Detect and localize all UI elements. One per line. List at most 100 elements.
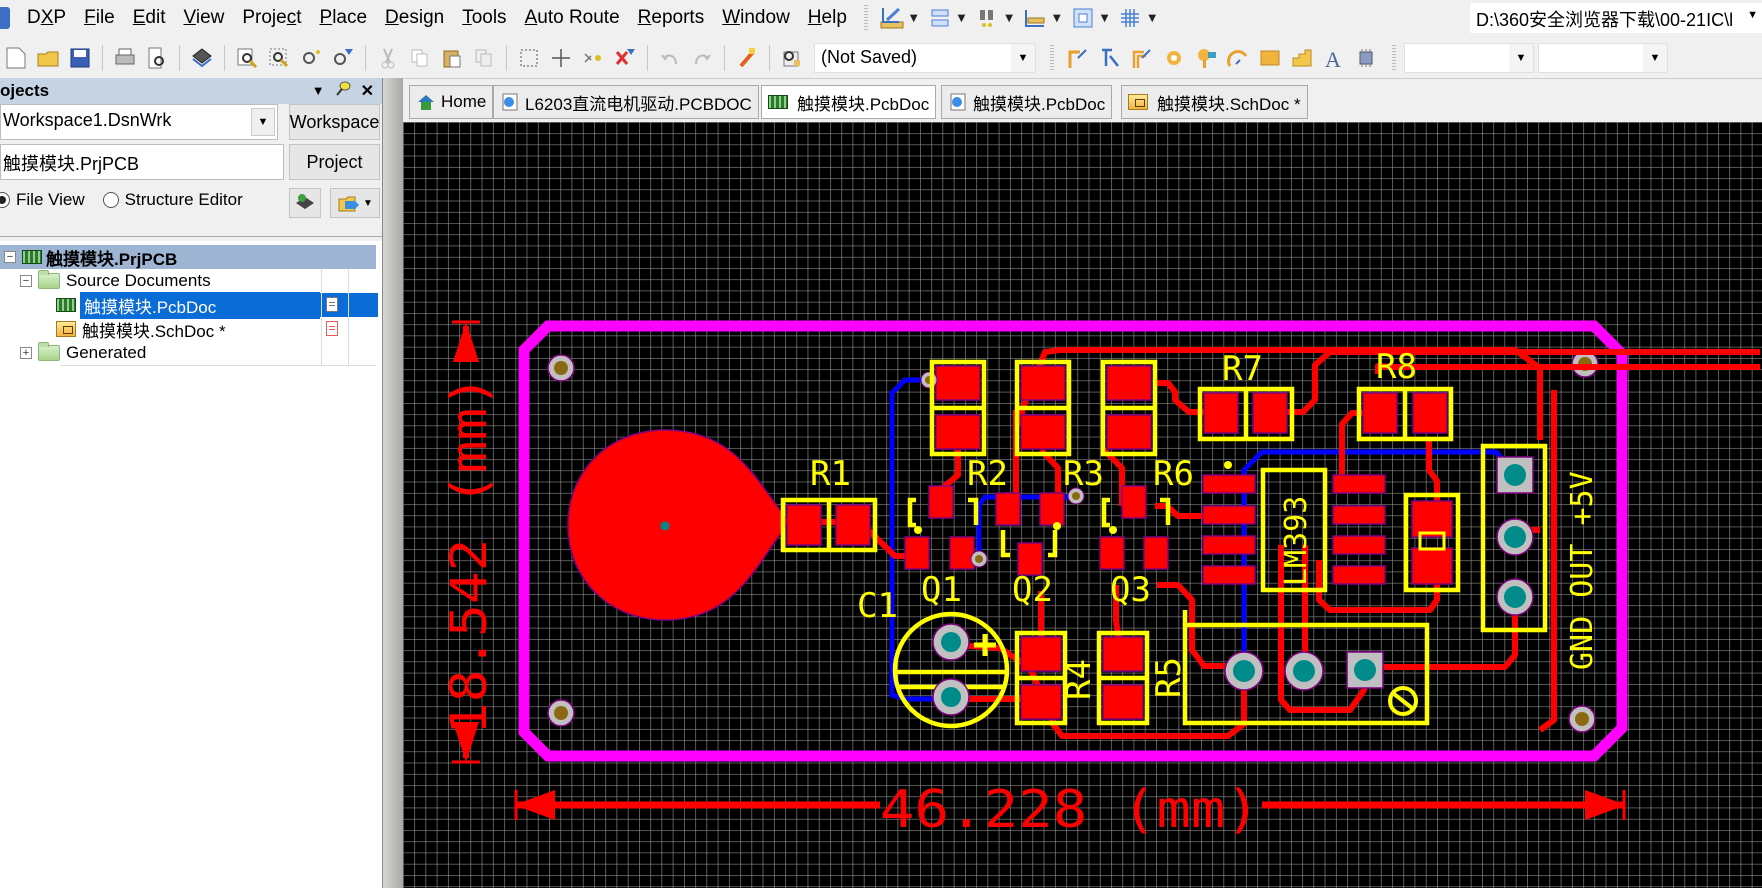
dropdown-arrow-icon[interactable]: ▼ (910, 13, 918, 24)
compile-button[interactable] (289, 188, 321, 218)
place-string-icon[interactable]: A (1320, 44, 1348, 72)
find-binoculars-icon[interactable] (973, 4, 1001, 32)
tab-touch-module-schdoc[interactable]: 触摸模块.SchDoc * (1121, 85, 1308, 119)
tree-item-schdoc[interactable]: 触摸模块.SchDoc * (56, 317, 376, 341)
place-pad-icon[interactable] (1160, 44, 1188, 72)
tree-item-generated[interactable]: + Generated (20, 341, 376, 365)
menu-project[interactable]: Project (233, 7, 310, 29)
undo-icon[interactable] (656, 44, 684, 72)
chevron-down-icon[interactable]: ▼ (251, 108, 275, 136)
menu-file[interactable]: File (75, 7, 124, 29)
move-icon[interactable] (547, 44, 575, 72)
open-folder-icon[interactable] (34, 44, 62, 72)
differential-pair-routing-icon[interactable] (1096, 44, 1124, 72)
chevron-down-icon[interactable]: ▼ (363, 198, 373, 209)
zoom-selected-icon[interactable] (297, 44, 325, 72)
project-field[interactable]: 触摸模块.PrjPCB (0, 144, 284, 180)
3d-layers-icon[interactable] (188, 44, 216, 72)
dropdown-arrow-icon[interactable]: ▼ (1643, 44, 1667, 72)
cut-icon[interactable] (374, 44, 402, 72)
filter-combo-2[interactable]: ▼ (1538, 43, 1668, 73)
menu-window[interactable]: Window (713, 7, 799, 29)
clear-filter-icon[interactable] (611, 44, 639, 72)
radio-selected-icon[interactable] (0, 192, 10, 208)
file-view-radio[interactable]: File View (0, 190, 85, 210)
menu-place[interactable]: Place (311, 7, 377, 29)
menu-reports[interactable]: Reports (629, 7, 714, 29)
interactive-routing-icon[interactable] (1064, 44, 1092, 72)
dropdown-arrow-icon[interactable]: ▼ (1005, 13, 1013, 24)
tab-home[interactable]: Home (409, 85, 493, 119)
dropdown-arrow-icon[interactable]: ▼ (958, 13, 966, 24)
pcb-canvas[interactable]: R1 R2 R3 R6 R7 R8 C1 Q1 Q2 Q3 R4 R5 LM39… (403, 122, 1762, 888)
cross-probe-icon[interactable] (733, 44, 761, 72)
save-icon[interactable] (66, 44, 94, 72)
radio-unselected-icon[interactable] (103, 192, 119, 208)
toolbar-grip[interactable] (1050, 45, 1054, 71)
filter-combo-1[interactable]: ▼ (1404, 43, 1534, 73)
place-arc-icon[interactable] (1224, 44, 1252, 72)
menu-design[interactable]: Design (376, 7, 453, 29)
print-icon[interactable] (111, 44, 139, 72)
menu-tools[interactable]: Tools (453, 7, 515, 29)
menu-edit[interactable]: Edit (124, 7, 175, 29)
new-document-icon[interactable] (2, 44, 30, 72)
zoom-area-icon[interactable] (265, 44, 293, 72)
workspace-button[interactable]: Workspace (289, 104, 380, 140)
panel-splitter[interactable] (382, 78, 403, 888)
structure-editor-radio[interactable]: Structure Editor (103, 190, 243, 210)
toolbar-grip[interactable] (1392, 45, 1396, 71)
place-polygon-icon[interactable] (1288, 44, 1316, 72)
paste-special-icon[interactable] (470, 44, 498, 72)
zoom-filtered-icon[interactable] (329, 44, 357, 72)
place-fill-icon[interactable] (1256, 44, 1284, 72)
multi-routing-icon[interactable] (1128, 44, 1156, 72)
tab-l6203-pcbdoc[interactable]: L6203直流电机驱动.PCBDOC (493, 85, 759, 119)
dropdown-arrow-icon[interactable]: ▼ (1011, 44, 1035, 72)
menu-help[interactable]: Help (799, 7, 856, 29)
utilities-ruler-icon[interactable] (878, 4, 906, 32)
document-path-combo[interactable]: D:\360安全浏览器下载\00-21IC\l ▼ (1470, 3, 1762, 33)
designator-r2: R2 (967, 454, 1008, 494)
menu-auto-route[interactable]: Auto Route (516, 7, 629, 29)
dropdown-arrow-icon[interactable]: ▼ (1509, 44, 1533, 72)
pcb-drawing[interactable]: R1 R2 R3 R6 R7 R8 C1 Q1 Q2 Q3 R4 R5 LM39… (403, 122, 1762, 888)
tree-item-source-documents[interactable]: − Source Documents (20, 269, 376, 293)
collapse-icon[interactable]: − (20, 275, 32, 287)
project-button[interactable]: Project (289, 144, 380, 180)
collapse-icon[interactable]: − (4, 251, 16, 263)
place-via-icon[interactable] (1192, 44, 1220, 72)
print-preview-icon[interactable] (143, 44, 171, 72)
toolbar-grip[interactable] (864, 5, 868, 31)
dropdown-arrow-icon[interactable]: ▼ (1053, 13, 1061, 24)
place-component-icon[interactable] (1352, 44, 1380, 72)
copy-icon[interactable] (406, 44, 434, 72)
paste-icon[interactable] (438, 44, 466, 72)
workspace-select[interactable]: Workspace1.DsnWrk ▼ (0, 104, 278, 140)
select-area-icon[interactable] (515, 44, 543, 72)
align-icon[interactable] (926, 4, 954, 32)
dimension-ruler-icon[interactable] (1021, 4, 1049, 32)
room-icon[interactable] (1069, 4, 1097, 32)
menu-view[interactable]: View (175, 7, 234, 29)
close-icon[interactable]: ✕ (361, 81, 374, 101)
pin-icon[interactable] (335, 80, 351, 101)
deselect-icon[interactable] (579, 44, 607, 72)
redo-icon[interactable] (688, 44, 716, 72)
project-options-button[interactable]: ▼ (330, 188, 380, 218)
panel-menu-icon[interactable]: ▼ (312, 83, 325, 98)
zoom-fit-document-icon[interactable] (233, 44, 261, 72)
tree-item-pcbdoc[interactable]: 触摸模块.PcbDoc (56, 293, 376, 317)
tree-item-project[interactable]: − 触摸模块.PrjPCB (0, 245, 376, 269)
tab-touch-module-pcbdoc-active[interactable]: 触摸模块.PcbDoc (761, 85, 936, 119)
dropdown-arrow-icon[interactable]: ▼ (1747, 9, 1758, 21)
expand-icon[interactable]: + (20, 347, 32, 359)
browse-components-icon[interactable] (778, 44, 806, 72)
menu-dxp[interactable]: DXP (18, 7, 75, 29)
dropdown-arrow-icon[interactable]: ▼ (1148, 13, 1156, 24)
tab-touch-module-pcbdoc[interactable]: 触摸模块.PcbDoc (941, 85, 1112, 119)
layer-set-combo[interactable]: (Not Saved) ▼ (814, 43, 1036, 73)
grid-icon[interactable] (1116, 4, 1144, 32)
view-mode-radios: File View Structure Editor (0, 190, 243, 210)
dropdown-arrow-icon[interactable]: ▼ (1101, 13, 1109, 24)
